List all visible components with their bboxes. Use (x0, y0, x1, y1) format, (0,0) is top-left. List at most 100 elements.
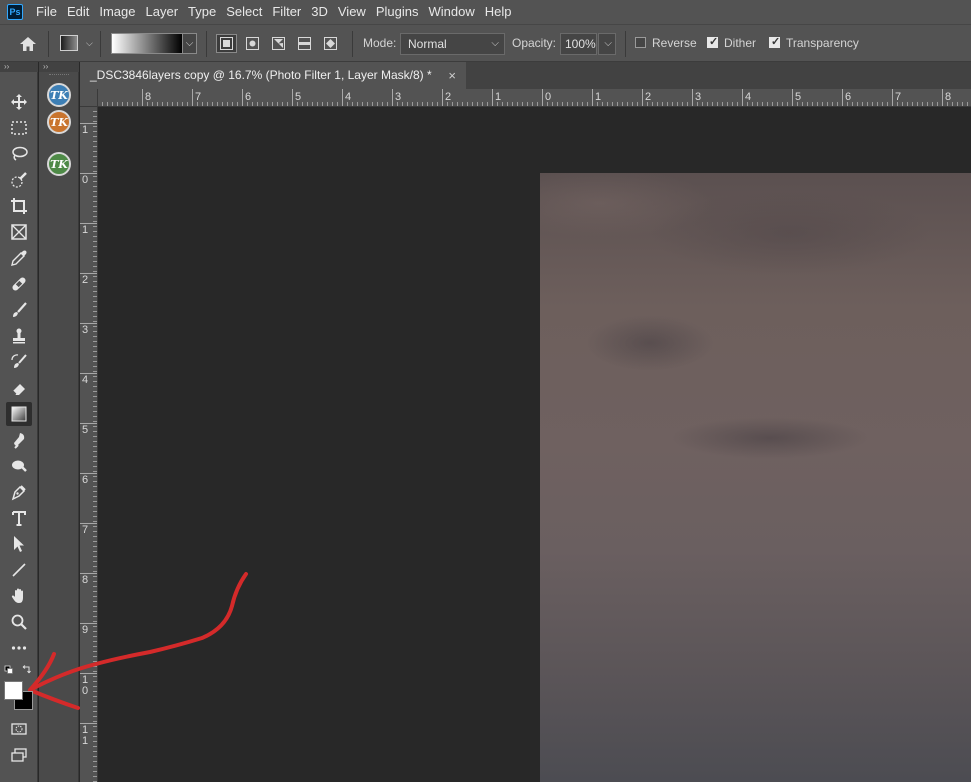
tk-panel-icon[interactable]: TK (47, 110, 71, 134)
menu-view[interactable]: View (333, 0, 371, 24)
default-colors-icon[interactable] (4, 665, 13, 674)
dock-collapse-button[interactable]: ›› (39, 62, 79, 72)
quick-selection-tool[interactable] (6, 168, 32, 192)
hand-tool[interactable] (6, 584, 32, 608)
dither-label: Dither (724, 36, 757, 50)
separator (352, 31, 353, 57)
reflected-gradient-button[interactable] (294, 34, 315, 53)
ruler-origin[interactable] (80, 89, 98, 107)
eyedropper-tool[interactable] (6, 246, 32, 270)
history-brush-icon (11, 354, 27, 368)
screen-mode-button[interactable] (6, 743, 32, 767)
ruler-label: 9 (82, 624, 89, 636)
menu-layer[interactable]: Layer (141, 0, 184, 24)
menu-window[interactable]: Window (423, 0, 479, 24)
dither-checkbox[interactable] (707, 35, 718, 48)
ruler-label: 5 (295, 91, 302, 103)
reverse-label: Reverse (652, 36, 697, 50)
document-image[interactable] (540, 173, 971, 782)
gradient-tool[interactable] (6, 402, 32, 426)
dock-grip[interactable] (49, 74, 69, 77)
close-icon[interactable]: × (448, 62, 456, 89)
magnifier-icon (11, 614, 27, 630)
chevron-down-icon[interactable]: ⌵ (86, 38, 93, 49)
ruler-label: 1 (82, 224, 89, 236)
blur-tool[interactable] (6, 428, 32, 452)
reverse-checkbox[interactable] (635, 37, 646, 48)
photoshop-logo-icon[interactable]: Ps (7, 4, 23, 20)
menu-select[interactable]: Select (221, 0, 267, 24)
document-tab[interactable]: _DSC3846layers copy @ 16.7% (Photo Filte… (80, 62, 466, 89)
ruler-major-tick (892, 89, 893, 106)
document-tab-bar: _DSC3846layers copy @ 16.7% (Photo Filte… (80, 62, 971, 89)
bandage-icon (12, 277, 26, 291)
menu-plugins[interactable]: Plugins (371, 0, 424, 24)
ruler-label: 1 (595, 91, 602, 103)
menu-edit[interactable]: Edit (62, 0, 94, 24)
menu-file[interactable]: File (31, 0, 62, 24)
quick-mask-button[interactable] (6, 717, 32, 741)
frame-tool[interactable] (6, 220, 32, 244)
tk-panel-icon[interactable]: TK (47, 152, 71, 176)
path-selection-tool[interactable] (6, 532, 32, 556)
line-tool[interactable] (6, 558, 32, 582)
horizontal-ruler[interactable]: 8 7 6 5 4 3 2 1 0 1 2 3 4 5 6 7 8 (98, 89, 971, 107)
gradient-preset-icon[interactable] (60, 35, 78, 51)
dodge-tool[interactable] (6, 454, 32, 478)
gradient-icon (11, 406, 27, 422)
ruler-major-tick (792, 89, 793, 106)
separator (100, 31, 101, 57)
tk-panel-icon[interactable]: TK (47, 83, 71, 107)
tools-collapse-button[interactable]: ›› (0, 62, 38, 72)
clone-stamp-tool[interactable] (6, 324, 32, 348)
ruler-major-tick (592, 89, 593, 106)
chevron-down-icon: ⌵ (604, 38, 612, 49)
brush-tool[interactable] (6, 298, 32, 322)
opacity-dropdown[interactable]: ⌵ (598, 33, 616, 55)
diamond-gradient-button[interactable] (320, 34, 341, 53)
smudge-icon (14, 433, 25, 449)
eyedropper-icon (11, 250, 27, 266)
healing-brush-tool[interactable] (6, 272, 32, 296)
zoom-tool[interactable] (6, 610, 32, 634)
home-icon[interactable] (18, 34, 38, 54)
linear-gradient-button[interactable] (216, 34, 237, 53)
menu-bar: Ps File Edit Image Layer Type Select Fil… (0, 0, 971, 24)
menu-type[interactable]: Type (183, 0, 221, 24)
frame-icon (11, 224, 27, 240)
swap-colors-icon[interactable] (22, 665, 31, 674)
ruler-label: 6 (845, 91, 852, 103)
menu-image[interactable]: Image (94, 0, 140, 24)
foreground-color-swatch[interactable] (4, 681, 23, 700)
lasso-tool[interactable] (6, 142, 32, 166)
crop-tool[interactable] (6, 194, 32, 218)
document-tab-title: _DSC3846layers copy @ 16.7% (Photo Filte… (90, 68, 432, 82)
history-brush-tool[interactable] (6, 350, 32, 374)
angle-gradient-button[interactable] (268, 34, 289, 53)
radial-gradient-button[interactable] (242, 34, 263, 53)
transparency-checkbox[interactable] (769, 35, 780, 48)
pen-icon (11, 485, 26, 501)
vertical-ruler[interactable]: 101234567891011 (80, 107, 98, 782)
marquee-tool[interactable] (6, 116, 32, 140)
ruler-major-tick (842, 89, 843, 106)
chevron-down-icon: ⌵ (491, 38, 499, 49)
pen-tool[interactable] (6, 480, 32, 504)
transparency-label: Transparency (786, 36, 859, 50)
gradient-editor-swatch[interactable] (111, 33, 183, 54)
ruler-label: 5 (795, 91, 802, 103)
more-tools[interactable] (6, 636, 32, 660)
ruler-label: 3 (395, 91, 402, 103)
gradient-picker-dropdown[interactable]: ⌵ (183, 33, 197, 54)
mode-dropdown[interactable]: Normal ⌵ (400, 33, 505, 55)
menu-filter[interactable]: Filter (267, 0, 306, 24)
opacity-label: Opacity: (512, 36, 557, 50)
ruler-label: 3 (695, 91, 702, 103)
menu-help[interactable]: Help (480, 0, 517, 24)
eraser-tool[interactable] (6, 376, 32, 400)
move-tool[interactable] (6, 90, 32, 114)
menu-3d[interactable]: 3D (306, 0, 333, 24)
opacity-input[interactable]: 100% (560, 33, 597, 55)
ruler-label: 10 (82, 674, 89, 697)
type-tool[interactable] (6, 506, 32, 530)
